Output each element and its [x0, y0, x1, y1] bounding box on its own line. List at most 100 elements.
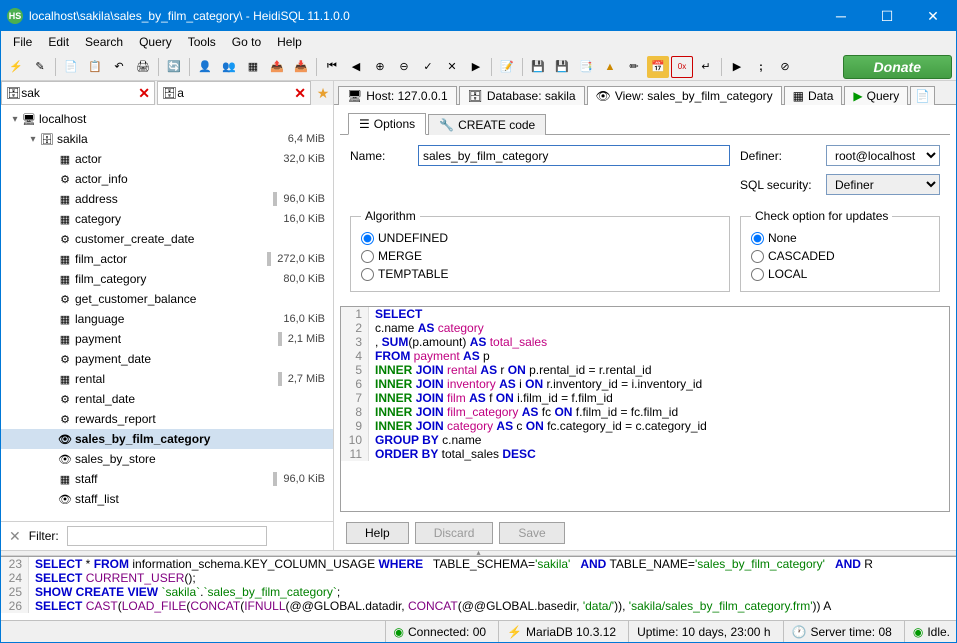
clear-filter-icon[interactable]: ✕	[9, 528, 21, 545]
tool-connect-icon[interactable]: ⚡	[5, 56, 27, 78]
tool-hex-icon[interactable]: 0x	[671, 56, 693, 78]
algo-undefined-radio[interactable]	[361, 232, 374, 245]
tree-item-payment[interactable]: ▦ payment 2,1 MiB	[1, 329, 333, 349]
checkopt-local-radio[interactable]	[751, 268, 764, 281]
discard-button[interactable]: Discard	[415, 522, 494, 544]
algo-temptable-radio[interactable]	[361, 268, 374, 281]
tool-paste-icon[interactable]: 📋	[84, 56, 106, 78]
titlebar[interactable]: HS localhost\sakila\sales_by_film_catego…	[1, 1, 956, 31]
tool-table-icon[interactable]: ▦	[242, 56, 264, 78]
tool-stop-icon[interactable]: ⊘	[774, 56, 796, 78]
expand-icon[interactable]: ▾	[9, 114, 21, 125]
menu-file[interactable]: File	[5, 33, 40, 51]
menu-goto[interactable]: Go to	[224, 33, 269, 51]
sql-editor[interactable]: 1SELECT2c.name AS category3, SUM(p.amoun…	[340, 306, 950, 512]
maximize-button[interactable]: ☐	[864, 1, 910, 31]
tree-item-rental_date[interactable]: ⚙ rental_date	[1, 389, 333, 409]
tree-item-staff[interactable]: ▦ staff 96,0 KiB	[1, 469, 333, 489]
name-input[interactable]	[418, 145, 730, 166]
tree-item-rental[interactable]: ▦ rental 2,7 MiB	[1, 369, 333, 389]
tool-prev-icon[interactable]: ◀	[345, 56, 367, 78]
menu-search[interactable]: Search	[77, 33, 131, 51]
tool-semicolon-icon[interactable]: ;	[750, 56, 772, 78]
session-tab-2[interactable]: 🗄 a ✕	[157, 81, 311, 105]
tool-remove-icon[interactable]: ⊖	[393, 56, 415, 78]
tree-item-address[interactable]: ▦ address 96,0 KiB	[1, 189, 333, 209]
splitter-handle[interactable]: ▴	[1, 550, 956, 556]
subtab-options[interactable]: ☰Options	[348, 113, 426, 135]
tool-undo-icon[interactable]: ↶	[108, 56, 130, 78]
tab-database[interactable]: 🗄Database: sakila	[459, 86, 585, 105]
tool-export-icon[interactable]: 📤	[266, 56, 288, 78]
close-icon[interactable]: ✕	[294, 85, 306, 102]
definer-select[interactable]: root@localhost	[826, 145, 940, 166]
tab-host[interactable]: 🖥Host: 127.0.0.1	[338, 86, 457, 105]
object-tree[interactable]: ▾ 🖥 localhost ▾ 🗄 sakila 6,4 MiB ▦ actor…	[1, 105, 333, 521]
expand-icon[interactable]: ▾	[27, 134, 39, 145]
donate-button[interactable]: Donate	[843, 55, 952, 79]
close-button[interactable]: ✕	[910, 1, 956, 31]
tab-data[interactable]: ▦Data	[784, 86, 843, 105]
tree-item-payment_date[interactable]: ⚙ payment_date	[1, 349, 333, 369]
menu-help[interactable]: Help	[269, 33, 310, 51]
tool-cancel-icon[interactable]: ✕	[441, 56, 463, 78]
tool-print-icon[interactable]: 🖨	[132, 56, 154, 78]
tool-copy-icon[interactable]: 📄	[60, 56, 82, 78]
tool-users-icon[interactable]: 👥	[218, 56, 240, 78]
tree-item-sales_by_store[interactable]: 👁 sales_by_store	[1, 449, 333, 469]
tree-item-sales_by_film_category[interactable]: 👁 sales_by_film_category	[1, 429, 333, 449]
minimize-button[interactable]: ─	[818, 1, 864, 31]
tree-item-actor_info[interactable]: ⚙ actor_info	[1, 169, 333, 189]
menu-tools[interactable]: Tools	[180, 33, 224, 51]
tool-edit-icon[interactable]: ✎	[29, 56, 51, 78]
algo-merge-radio[interactable]	[361, 250, 374, 263]
session-tab-label: a	[177, 86, 184, 100]
tree-item-localhost[interactable]: ▾ 🖥 localhost	[1, 109, 333, 129]
tree-item-customer_create_date[interactable]: ⚙ customer_create_date	[1, 229, 333, 249]
tree-item-language[interactable]: ▦ language 16,0 KiB	[1, 309, 333, 329]
tool-add-icon[interactable]: ⊕	[369, 56, 391, 78]
subtab-create-code[interactable]: 🔧CREATE code	[428, 114, 546, 135]
tool-calendar-icon[interactable]: 📅	[647, 56, 669, 78]
tool-run-icon[interactable]: ▶	[465, 56, 487, 78]
save-button[interactable]: Save	[499, 522, 564, 544]
tool-sql-icon[interactable]: 📝	[496, 56, 518, 78]
tool-user-icon[interactable]: 👤	[194, 56, 216, 78]
tree-item-get_customer_balance[interactable]: ⚙ get_customer_balance	[1, 289, 333, 309]
tool-refresh-icon[interactable]: 🔄	[163, 56, 185, 78]
tool-format-icon[interactable]: ✏	[623, 56, 645, 78]
sql-log[interactable]: 23SELECT * FROM information_schema.KEY_C…	[1, 556, 956, 620]
tree-item-sakila[interactable]: ▾ 🗄 sakila 6,4 MiB	[1, 129, 333, 149]
tab-query[interactable]: ▶Query	[844, 86, 908, 105]
sql-security-select[interactable]: Definer	[826, 174, 940, 195]
tool-ok-icon[interactable]: ✓	[417, 56, 439, 78]
tab-view[interactable]: 👁View: sales_by_film_category	[587, 86, 782, 105]
tree-item-size: 32,0 KiB	[277, 153, 325, 165]
tool-next-icon[interactable]: ▶	[726, 56, 748, 78]
help-button[interactable]: Help	[346, 522, 409, 544]
clock-icon: 🕐	[792, 625, 807, 639]
tree-item-category[interactable]: ▦ category 16,0 KiB	[1, 209, 333, 229]
tool-snippet-icon[interactable]: 📑	[575, 56, 597, 78]
filter-input[interactable]	[67, 526, 267, 546]
menu-edit[interactable]: Edit	[40, 33, 77, 51]
tree-item-film_actor[interactable]: ▦ film_actor 272,0 KiB	[1, 249, 333, 269]
tree-item-rewards_report[interactable]: ⚙ rewards_report	[1, 409, 333, 429]
close-icon[interactable]: ✕	[138, 85, 150, 102]
checkopt-cascaded-radio[interactable]	[751, 250, 764, 263]
new-tab-icon: 📄	[915, 89, 930, 103]
checkopt-none-radio[interactable]	[751, 232, 764, 245]
tool-wrap-icon[interactable]: ↵	[695, 56, 717, 78]
tool-highlight-icon[interactable]: ▲	[599, 56, 621, 78]
tool-first-icon[interactable]: ⏮	[321, 56, 343, 78]
tool-saveall-icon[interactable]: 💾	[551, 56, 573, 78]
tool-import-icon[interactable]: 📥	[290, 56, 312, 78]
favorite-icon[interactable]: ★	[313, 81, 333, 105]
menu-query[interactable]: Query	[131, 33, 180, 51]
session-tab-1[interactable]: 🗄 sak ✕	[1, 81, 155, 105]
tab-new[interactable]: 📄	[910, 86, 935, 105]
tree-item-actor[interactable]: ▦ actor 32,0 KiB	[1, 149, 333, 169]
tool-save-icon[interactable]: 💾	[527, 56, 549, 78]
tree-item-staff_list[interactable]: 👁 staff_list	[1, 489, 333, 509]
tree-item-film_category[interactable]: ▦ film_category 80,0 KiB	[1, 269, 333, 289]
